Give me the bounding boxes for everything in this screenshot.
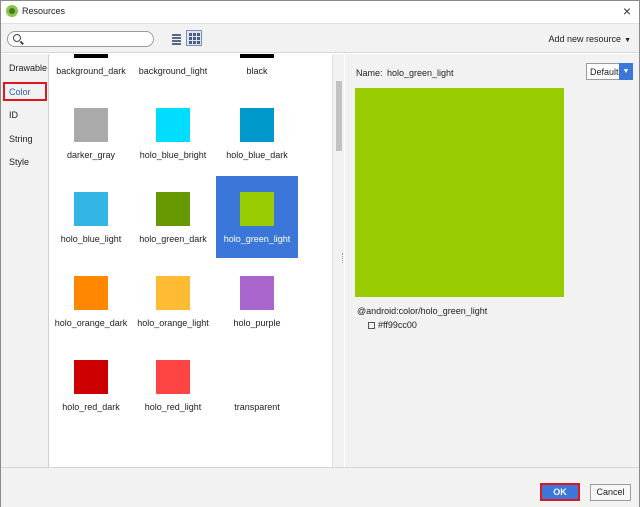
resource-item[interactable]: holo_blue_dark	[216, 92, 298, 174]
resources-dialog: Resources × Add new resource ▼ Drawable …	[0, 0, 640, 507]
sidebar-item-id[interactable]: ID	[9, 110, 18, 120]
resource-item-label: holo_green_light	[223, 234, 291, 244]
close-button[interactable]: ×	[623, 3, 631, 19]
color-swatch	[74, 276, 108, 310]
resource-item[interactable]: holo_purple	[216, 260, 298, 342]
color-swatch	[74, 360, 108, 394]
resource-item-label: holo_blue_bright	[139, 150, 207, 160]
resource-item[interactable]: holo_red_light	[132, 344, 214, 426]
resource-item-label: holo_purple	[233, 318, 281, 328]
color-swatch	[156, 276, 190, 310]
resource-item[interactable]: holo_blue_bright	[132, 92, 214, 174]
color-swatch	[156, 192, 190, 226]
search-icon	[13, 34, 21, 42]
resource-item[interactable]: holo_green_light	[216, 176, 298, 258]
resource-item-label: background_dark	[56, 66, 126, 76]
resource-item-label: black	[246, 66, 268, 76]
sidebar-item-drawable[interactable]: Drawable	[9, 63, 47, 73]
resource-item[interactable]: darker_gray	[50, 92, 132, 174]
resource-item-label: holo_blue_dark	[226, 150, 288, 160]
resource-item-label: darker_gray	[66, 150, 116, 160]
dialog-footer: OK Cancel	[1, 467, 639, 507]
grid-view-button[interactable]	[186, 30, 202, 46]
list-view-button[interactable]	[169, 31, 184, 46]
sidebar-item-style[interactable]: Style	[9, 157, 29, 167]
resource-item-label: holo_red_dark	[62, 402, 120, 412]
sidebar-item-string[interactable]: String	[9, 134, 33, 144]
sidebar-item-color[interactable]: Color	[9, 87, 31, 97]
color-preview	[355, 88, 564, 297]
resource-item-label: holo_orange_dark	[54, 318, 128, 328]
resource-type-sidebar: Drawable Color ID String Style	[1, 54, 49, 467]
resource-item-label: holo_red_light	[144, 402, 202, 412]
chevron-down-icon: ▼	[624, 37, 631, 44]
resource-grid: background_dark background_light black dark…	[50, 54, 332, 467]
chevron-down-icon: ▼	[619, 63, 633, 80]
search-field[interactable]	[7, 31, 154, 47]
window-title: Resources	[22, 6, 66, 16]
ok-button[interactable]: OK	[540, 483, 580, 501]
resource-item[interactable]: black	[216, 54, 298, 90]
resource-item-label: holo_blue_light	[60, 234, 122, 244]
resource-item[interactable]: holo_orange_light	[132, 260, 214, 342]
color-swatch	[156, 360, 190, 394]
search-input[interactable]	[26, 33, 150, 45]
cancel-button[interactable]: Cancel	[590, 484, 631, 501]
resource-item[interactable]: holo_green_dark	[132, 176, 214, 258]
android-studio-icon	[6, 5, 18, 17]
color-swatch	[156, 108, 190, 142]
resource-item-label: holo_green_dark	[139, 234, 207, 244]
add-new-resource-button[interactable]: Add new resource ▼	[549, 34, 631, 44]
resource-item-label: transparent	[234, 402, 280, 412]
resource-item[interactable]: holo_orange_dark	[50, 260, 132, 342]
add-new-resource-label: Add new resource	[548, 34, 622, 44]
color-swatch	[74, 54, 108, 58]
name-value: holo_green_light	[387, 68, 454, 78]
color-swatch	[240, 276, 274, 310]
theme-select[interactable]: Default ▼	[586, 63, 633, 80]
name-label: Name:	[356, 68, 383, 78]
resource-detail-panel: Name: holo_green_light Default ▼ @androi…	[345, 54, 639, 467]
color-swatch	[156, 54, 190, 58]
grid-view-icon	[189, 33, 192, 36]
resource-item[interactable]: background_dark	[50, 54, 132, 90]
resource-item[interactable]: background_light	[132, 54, 214, 90]
resource-item-label: holo_orange_light	[137, 318, 209, 328]
color-swatch	[240, 54, 274, 58]
color-swatch	[240, 360, 274, 394]
scrollbar-thumb[interactable]	[336, 81, 342, 151]
resource-path: @android:color/holo_green_light	[357, 306, 488, 316]
resource-item[interactable]: holo_red_dark	[50, 344, 132, 426]
color-swatch	[74, 108, 108, 142]
theme-select-value: Default	[590, 67, 619, 77]
resource-item[interactable]: transparent	[216, 344, 298, 426]
toolbar: Add new resource ▼	[1, 23, 639, 53]
resource-value: #ff99cc00	[378, 320, 417, 330]
color-swatch	[240, 192, 274, 226]
resource-value-row: #ff99cc00	[368, 320, 417, 330]
color-chip-icon	[368, 322, 375, 329]
color-swatch	[240, 108, 274, 142]
color-swatch	[74, 192, 108, 226]
resource-item[interactable]: holo_blue_light	[50, 176, 132, 258]
list-view-icon	[172, 34, 181, 36]
title-bar: Resources ×	[1, 1, 639, 23]
resource-item-label: background_light	[138, 66, 208, 76]
